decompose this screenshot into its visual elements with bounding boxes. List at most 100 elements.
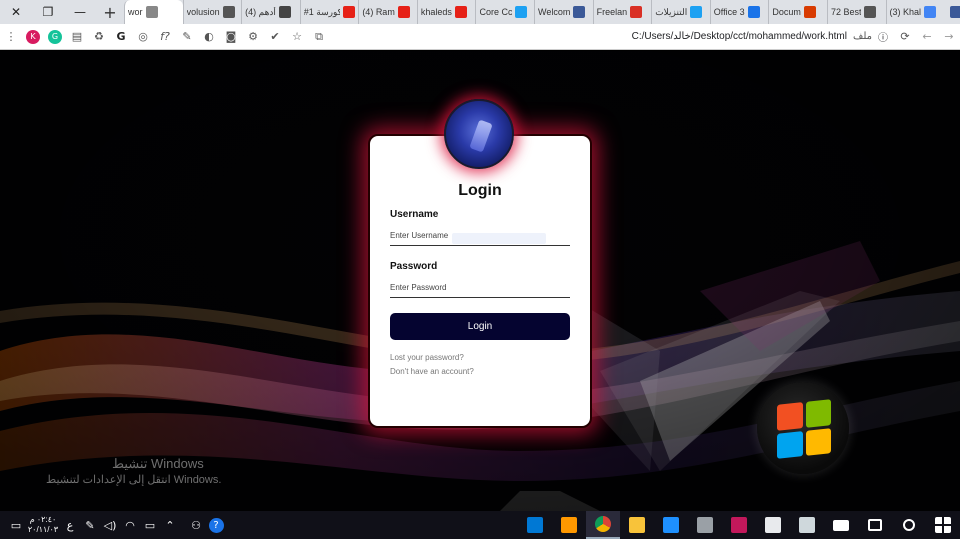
- taskbar-app-paint[interactable]: [688, 511, 722, 539]
- tab-title: wor: [128, 7, 143, 17]
- chrome-icon: [595, 516, 611, 532]
- back-arrow-icon[interactable]: ←: [916, 26, 938, 48]
- notifications-icon[interactable]: ▭: [6, 511, 26, 539]
- tab-8[interactable]: Freelan: [592, 0, 652, 24]
- tab-favicon-icon: [630, 6, 643, 18]
- login-button[interactable]: Login: [390, 313, 570, 340]
- new-tab-button[interactable]: +: [96, 0, 124, 24]
- tab-title: #1 كورسة: [303, 6, 341, 17]
- forward-arrow-icon[interactable]: →: [938, 26, 960, 48]
- taskbar-app-chrome[interactable]: [586, 511, 620, 539]
- taskbar-app-mail[interactable]: [824, 511, 858, 539]
- paint-icon: [697, 517, 713, 533]
- extensions-bar: ⋮ K G ▤ ♻ G ◎ f? ✎ ◐ ◙ ⚙ ✔ ☆ ⧉: [0, 26, 330, 48]
- taskbar-app-edge[interactable]: [654, 511, 688, 539]
- taskbar-app-start[interactable]: [926, 511, 960, 539]
- explorer-icon: [629, 517, 645, 533]
- search-icon: [903, 519, 915, 531]
- activation-watermark-title: تنشيط Windows: [112, 456, 204, 471]
- chevron-up-icon[interactable]: ⌃: [160, 511, 180, 539]
- activation-watermark-text: انتقل إلى الإعدادات لتنشيط Windows.: [46, 474, 222, 486]
- create-account-link[interactable]: Don't have an account?: [390, 367, 474, 376]
- recycle-icon[interactable]: ♻: [88, 26, 110, 48]
- address-bar[interactable]: C:/Users/خالد/Desktop/cct/mohammed/work.…: [330, 26, 894, 48]
- gear-icon[interactable]: ⚙: [242, 26, 264, 48]
- taskbar-app-store[interactable]: [756, 511, 790, 539]
- tab-title: khaleds: [420, 7, 452, 17]
- taskbar-app-task-view[interactable]: [858, 511, 892, 539]
- lost-password-link[interactable]: Lost your password?: [390, 353, 464, 362]
- tab-11[interactable]: Docum: [768, 0, 827, 24]
- font-question-icon[interactable]: f?: [154, 26, 176, 48]
- login-title: Login: [458, 182, 502, 199]
- translate-icon[interactable]: ⧉: [308, 26, 330, 48]
- tab-1[interactable]: volusion: [182, 0, 242, 24]
- edge-icon: [663, 517, 679, 533]
- minimize-window-button[interactable]: —: [64, 0, 96, 24]
- bookmark-star-icon[interactable]: ☆: [286, 26, 308, 48]
- tab-12[interactable]: 72 Best: [826, 0, 886, 24]
- pen-icon[interactable]: ✎: [80, 511, 100, 539]
- taskbar: ▭ ٠٢:٤٠ م ٢٠/١١/٠٣ ع ✎ ◁) ◠ ▭ ⌃ ⚇ ?: [0, 511, 960, 539]
- eyedropper-icon[interactable]: ✎: [176, 26, 198, 48]
- tab-last-favicon[interactable]: [944, 0, 960, 24]
- info-icon[interactable]: ⓘ: [878, 29, 888, 44]
- taskbar-app-explorer[interactable]: [620, 511, 654, 539]
- tab-6[interactable]: Core Cc: [475, 0, 534, 24]
- tab-favicon-icon: [343, 6, 356, 18]
- clock[interactable]: ٠٢:٤٠ م ٢٠/١١/٠٣: [26, 515, 60, 535]
- system-tray: ▭ ٠٢:٤٠ م ٢٠/١١/٠٣ ع ✎ ◁) ◠ ▭ ⌃ ⚇ ?: [0, 511, 226, 539]
- language-indicator[interactable]: ع: [60, 511, 80, 539]
- tab-4[interactable]: (4) Ram: [358, 0, 417, 24]
- taskbar-app-sublime[interactable]: [552, 511, 586, 539]
- tab-title: 72 Best: [830, 7, 862, 17]
- google-g-icon[interactable]: G: [110, 26, 132, 48]
- window-controls: ✕ ❐ —: [0, 0, 96, 24]
- facebook-icon: [950, 6, 960, 18]
- tab-title: (3) Khal: [889, 7, 922, 17]
- grammarly-icon[interactable]: G: [44, 26, 66, 48]
- task-view-icon: [868, 519, 882, 531]
- store-icon: [765, 517, 781, 533]
- password-input[interactable]: [390, 278, 570, 298]
- tab-favicon-icon: [222, 6, 235, 18]
- nav-buttons: ⟳ ← →: [894, 26, 960, 48]
- tab-favicon-icon: [397, 6, 410, 18]
- taskbar-app-photos[interactable]: [722, 511, 756, 539]
- extension-doc-icon[interactable]: ▤: [66, 26, 88, 48]
- tab-9[interactable]: التنزيلات: [651, 0, 710, 24]
- camera-icon[interactable]: ◙: [220, 26, 242, 48]
- tab-5[interactable]: khaleds: [416, 0, 476, 24]
- avatar-glow: [469, 119, 493, 153]
- scheme-label: ملف: [852, 31, 872, 42]
- taskbar-app-vscode[interactable]: [518, 511, 552, 539]
- photos-icon: [731, 517, 747, 533]
- taskbar-app-search[interactable]: [892, 511, 926, 539]
- tab-10[interactable]: Office 3: [709, 0, 769, 24]
- reload-icon[interactable]: ⟳: [894, 26, 916, 48]
- help-icon[interactable]: ?: [206, 511, 226, 539]
- tab-7[interactable]: Welcom: [534, 0, 593, 24]
- autofill-hint: [452, 233, 546, 244]
- restore-window-button[interactable]: ❐: [32, 0, 64, 24]
- battery-icon[interactable]: ▭: [140, 511, 160, 539]
- taskbar-app-people[interactable]: [790, 511, 824, 539]
- tab-2[interactable]: (4) أدهم: [241, 0, 300, 24]
- dark-mode-icon[interactable]: ◐: [198, 26, 220, 48]
- tab-title: Freelan: [596, 7, 628, 17]
- chrome-menu-icon[interactable]: ⋮: [0, 26, 22, 48]
- check-icon[interactable]: ✔: [264, 26, 286, 48]
- volume-icon[interactable]: ◁): [100, 511, 120, 539]
- profile-k-icon[interactable]: K: [22, 26, 44, 48]
- tab-13[interactable]: (3) Khal: [885, 0, 944, 24]
- tab-0[interactable]: wor: [124, 0, 183, 24]
- tab-title: Office 3: [713, 7, 745, 17]
- close-window-button[interactable]: ✕: [0, 0, 32, 24]
- url-text[interactable]: C:/Users/خالد/Desktop/cct/mohammed/work.…: [632, 31, 847, 42]
- tab-3[interactable]: #1 كورسة: [299, 0, 359, 24]
- tab-favicon-icon: [747, 6, 760, 18]
- wifi-icon[interactable]: ◠: [120, 511, 140, 539]
- people-tray-icon[interactable]: ⚇: [186, 511, 206, 539]
- clock-date: ٢٠/١١/٠٣: [27, 525, 59, 534]
- extension-ghost-icon[interactable]: ◎: [132, 26, 154, 48]
